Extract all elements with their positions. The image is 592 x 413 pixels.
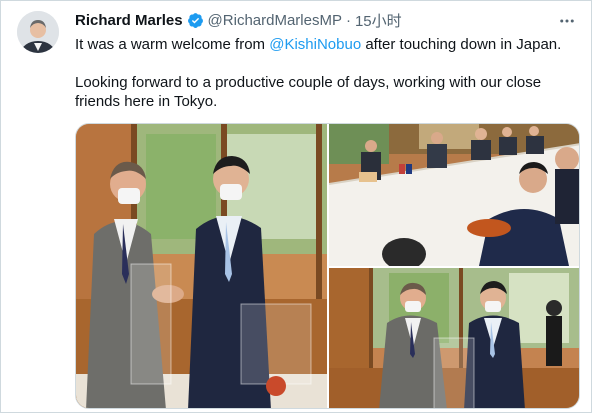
mention-link[interactable]: @KishiNobuo (269, 36, 361, 53)
tweet-text-suffix: after touching down in Japan. (361, 36, 562, 53)
tweet-text: It was a warm welcome from @KishiNobuo a… (75, 35, 581, 111)
header-separator: · (345, 11, 351, 29)
photo-handshake[interactable] (76, 124, 327, 408)
more-options-icon[interactable] (555, 9, 579, 33)
tweet-text-prefix: It was a warm welcome from (75, 36, 270, 53)
verified-badge-icon (187, 12, 204, 29)
author-avatar[interactable] (17, 11, 59, 53)
tweet-paragraph-2: Looking forward to a productive couple o… (75, 74, 542, 110)
photo-standing[interactable] (329, 268, 579, 408)
photo-meeting[interactable] (329, 124, 579, 266)
tweet-paragraph-1: It was a warm welcome from @KishiNobuo a… (75, 35, 581, 54)
tweet-card[interactable]: Richard Marles @RichardMarlesMP · 15小时 I… (0, 0, 592, 413)
tweet-media-grid (75, 123, 580, 409)
author-handle[interactable]: @RichardMarlesMP (208, 12, 342, 29)
avatar-image (17, 11, 59, 53)
tweet-timestamp[interactable]: 15小时 (355, 10, 402, 31)
author-name[interactable]: Richard Marles (75, 12, 183, 29)
tweet-header: Richard Marles @RichardMarlesMP · 15小时 (75, 10, 402, 30)
